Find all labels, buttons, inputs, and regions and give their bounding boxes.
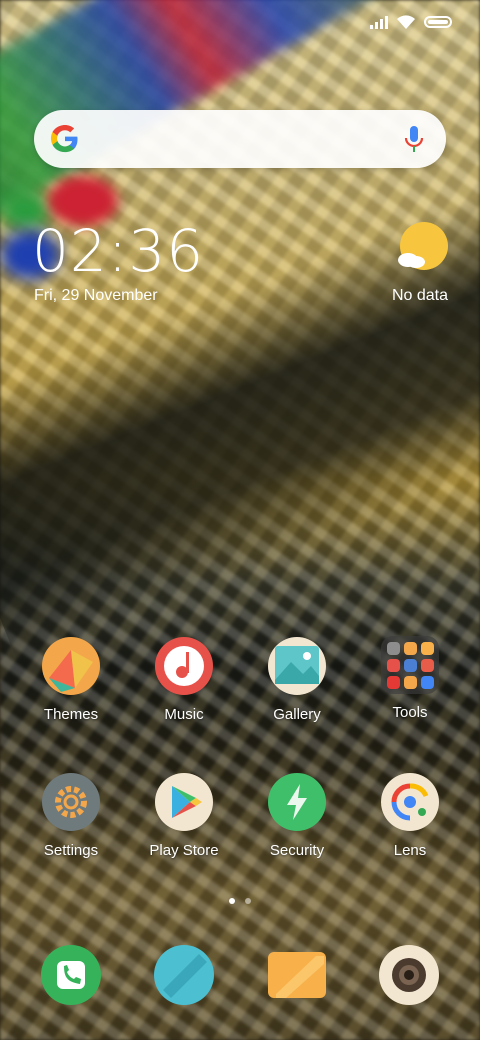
signal-icon [370, 15, 388, 29]
status-bar [370, 10, 452, 34]
page-indicator [0, 898, 480, 904]
gallery-icon [268, 637, 326, 695]
app-lens[interactable]: Lens [355, 772, 465, 859]
app-label: Settings [43, 842, 99, 859]
clock-time[interactable]: 02:36 [32, 222, 204, 280]
app-label: Themes [43, 706, 99, 723]
music-icon [155, 637, 213, 695]
battery-icon [424, 16, 452, 28]
messages-icon[interactable] [153, 944, 215, 1006]
app-label: Security [269, 842, 325, 859]
microphone-icon[interactable] [404, 125, 424, 153]
clock-date[interactable]: Fri, 29 November [34, 287, 158, 305]
app-label: Tools [392, 704, 428, 721]
app-themes[interactable]: Themes [16, 636, 126, 723]
app-security[interactable]: Security [242, 772, 352, 859]
app-gallery[interactable]: Gallery [242, 636, 352, 723]
google-search-bar[interactable] [34, 110, 446, 168]
play-store-icon [155, 773, 213, 831]
wifi-icon [397, 15, 415, 29]
phone-icon[interactable] [40, 944, 102, 1006]
app-settings[interactable]: Settings [16, 772, 126, 859]
app-label: Lens [393, 842, 427, 859]
camera-icon[interactable] [378, 944, 440, 1006]
security-icon [268, 773, 326, 831]
page-dot-active [229, 898, 235, 904]
app-label: Play Store [149, 842, 219, 859]
app-play-store[interactable]: Play Store [129, 772, 239, 859]
lens-icon [381, 773, 439, 831]
google-g-icon [50, 124, 78, 153]
app-label: Gallery [273, 706, 321, 723]
themes-icon [42, 637, 100, 695]
folder-icon [381, 636, 439, 694]
weather-label[interactable]: No data [392, 287, 448, 305]
app-label: Music [164, 706, 204, 723]
settings-icon [42, 773, 100, 831]
app-music[interactable]: Music [129, 636, 239, 723]
page-dot [245, 898, 251, 904]
folder-tools[interactable]: Tools [355, 636, 465, 721]
browser-icon[interactable] [266, 944, 328, 1006]
sun-cloud-icon[interactable] [394, 220, 450, 276]
